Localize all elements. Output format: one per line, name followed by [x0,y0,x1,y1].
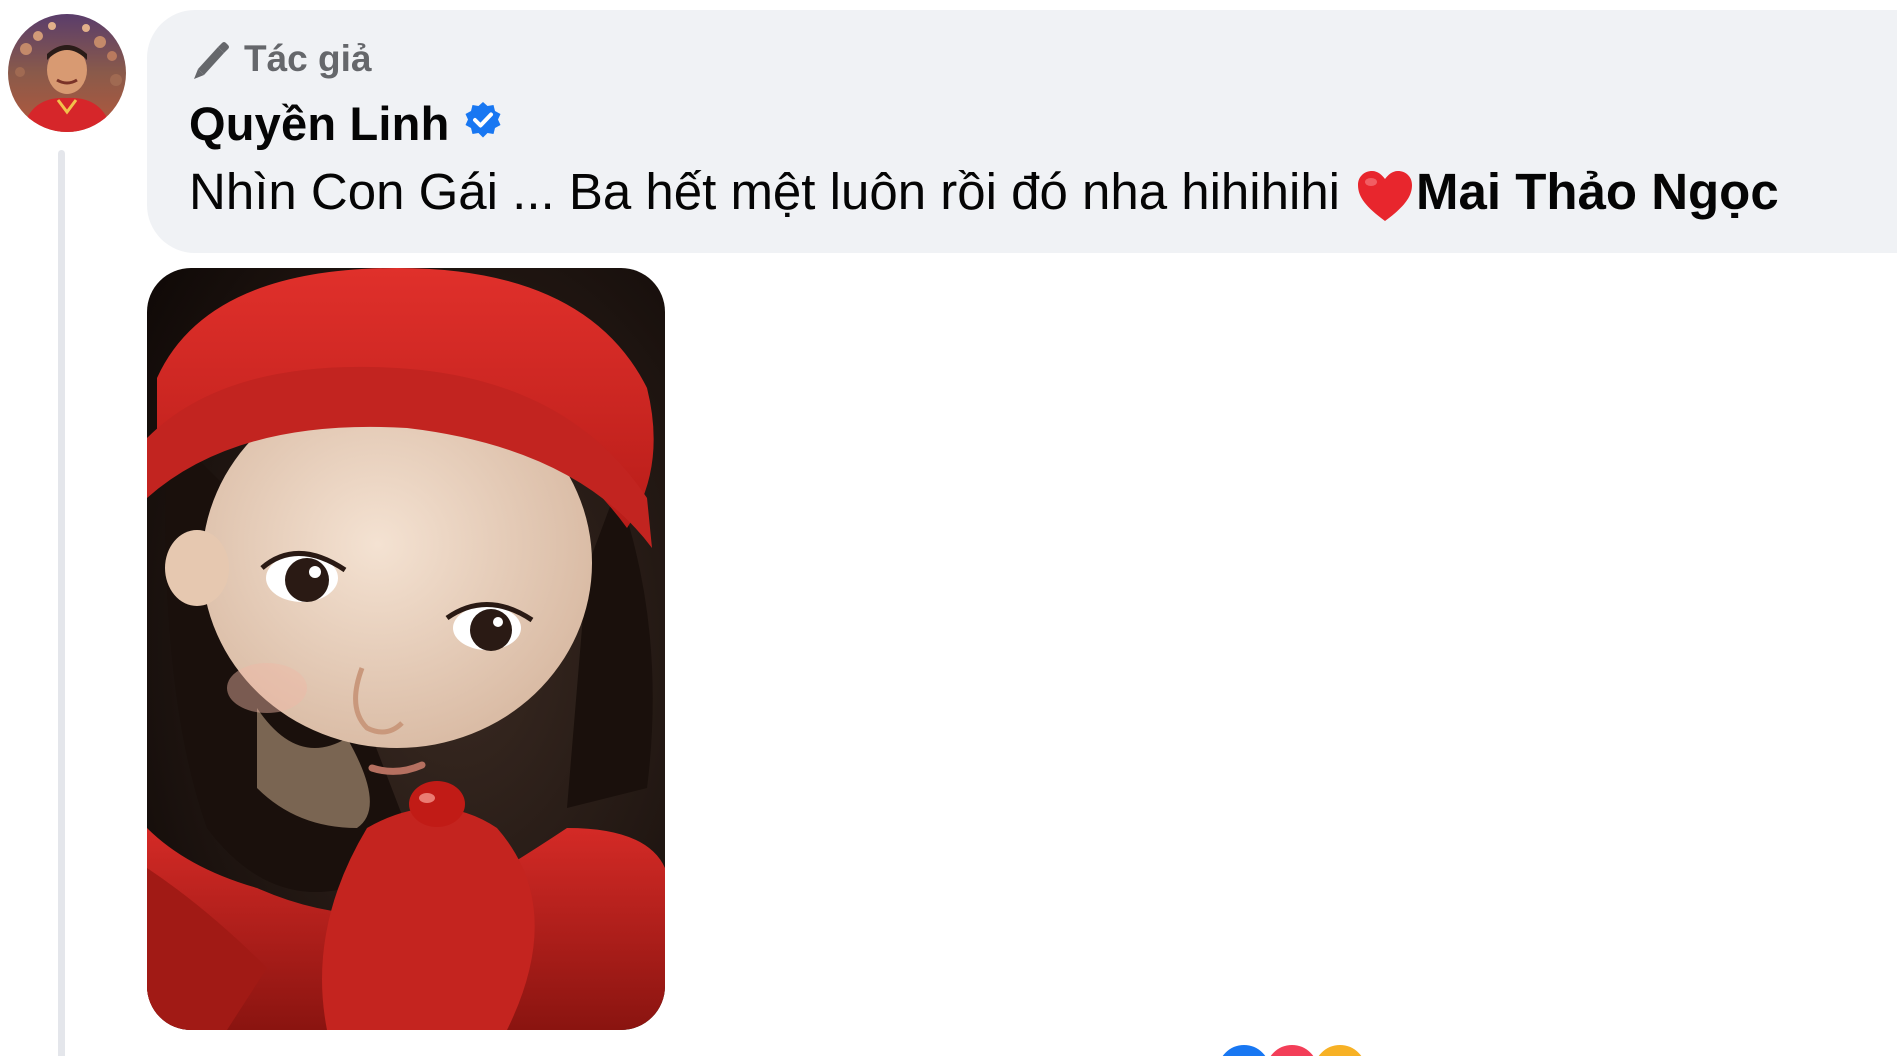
reaction-summary[interactable] [1215,1042,1369,1056]
comment-photo[interactable] [147,268,665,1030]
commenter-avatar[interactable] [8,14,126,132]
pen-icon [188,39,232,79]
comment-text: Nhìn Con Gái ... Ba hết mệt luôn rồi đó … [189,160,1779,224]
photo-image [147,268,665,1030]
verified-badge-icon [462,100,504,147]
author-badge-label: Tác giả [244,38,372,79]
heart-emoji [1356,169,1414,223]
avatar-photo [8,14,126,132]
commenter-name[interactable]: Quyền Linh [189,96,450,151]
like-reaction-icon [1215,1042,1273,1056]
commenter-name-row: Quyền Linh [189,96,504,151]
thread-line [58,150,65,1056]
haha-reaction-icon [1311,1042,1369,1056]
comment-page: Tác giả Quyền Linh Nhìn Con Gái ... Ba h… [0,0,1897,1056]
mention-link[interactable]: Mai Thảo Ngọc [1416,160,1779,224]
author-badge: Tác giả [188,38,372,80]
love-reaction-icon [1263,1042,1321,1056]
comment-body: Nhìn Con Gái ... Ba hết mệt luôn rồi đó … [189,163,1341,220]
